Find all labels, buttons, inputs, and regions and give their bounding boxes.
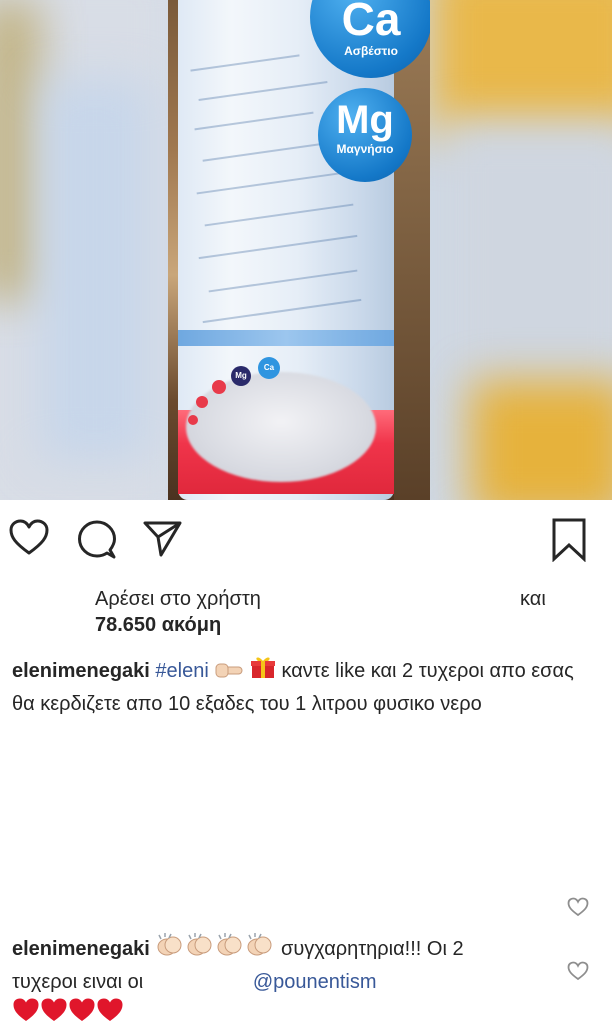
save-button[interactable] (551, 518, 587, 567)
heart-outline-icon (567, 961, 589, 981)
background-blur-right-yellow (430, 0, 612, 140)
caption-username[interactable]: elenimenegaki (12, 660, 150, 682)
hearts-row (12, 998, 124, 1025)
comment-text: συγχαρητηρια!!! Οι 2 (280, 938, 464, 960)
magnesium-badge: Mg Μαγνήσιο (318, 88, 412, 182)
comment-like-button[interactable] (567, 961, 589, 986)
mini-badge-ca: Ca (258, 357, 280, 379)
clapping-hands-emoji (245, 932, 275, 967)
bottle-label-band (178, 330, 394, 346)
decorative-dot (212, 380, 226, 394)
bottle-background-shelf (394, 0, 430, 500)
background-blur-bottle-left (40, 80, 150, 460)
badge-name: Ασβέστιο (344, 44, 398, 58)
heart-outline-icon (9, 519, 49, 555)
comment-username[interactable]: elenimenegaki (12, 938, 150, 960)
likes-liked-by[interactable]: Αρέσει στο χρήστη (95, 588, 261, 611)
caption-like-button[interactable] (567, 897, 589, 922)
comment: elenimenegaki συγχαρητηρια!!! Οι 2 τυχερ… (12, 932, 564, 1032)
clapping-hands-emoji (185, 932, 215, 967)
mini-badge-mg: Mg (231, 366, 251, 386)
red-heart-emoji (68, 997, 96, 1032)
post-image[interactable]: Mg Ca Ca Ασβέστιο Mg Μαγνήσιο (0, 0, 612, 500)
pointing-hand-emoji (214, 659, 244, 689)
likes-and: και (520, 588, 546, 610)
heart-outline-icon (567, 897, 589, 917)
bookmark-icon (552, 518, 586, 563)
comment-mention[interactable]: @pounentism (253, 971, 377, 993)
gift-emoji (250, 654, 276, 689)
like-button[interactable] (9, 519, 49, 562)
share-button[interactable] (143, 520, 183, 563)
caption-hashtag[interactable]: #eleni (155, 660, 208, 682)
clapping-hands-emoji (215, 932, 245, 967)
decorative-dot (196, 396, 208, 408)
decorative-dot (188, 415, 198, 425)
badge-name: Μαγνήσιο (336, 142, 394, 156)
background-blur-right-bottom (470, 380, 612, 500)
badge-symbol: Ca (341, 0, 401, 45)
red-heart-emoji (12, 997, 40, 1032)
comment-button[interactable] (77, 520, 117, 565)
clapping-hands-emoji (155, 932, 185, 967)
badge-symbol: Mg (336, 98, 394, 142)
paper-plane-icon (143, 521, 182, 557)
background-blur-left-yellow (0, 0, 40, 300)
red-heart-emoji (96, 997, 124, 1032)
post-caption: elenimenegaki #eleni καντε like και 2 τυ… (12, 654, 592, 719)
red-heart-emoji (40, 997, 68, 1032)
likes-count[interactable]: 78.650 ακόμη (95, 614, 221, 637)
bottle-photo: Mg Ca Ca Ασβέστιο Mg Μαγνήσιο (168, 0, 430, 500)
comment-bubble-icon (78, 520, 116, 559)
comment-text: τυχεροι ειναι οι (12, 971, 144, 993)
